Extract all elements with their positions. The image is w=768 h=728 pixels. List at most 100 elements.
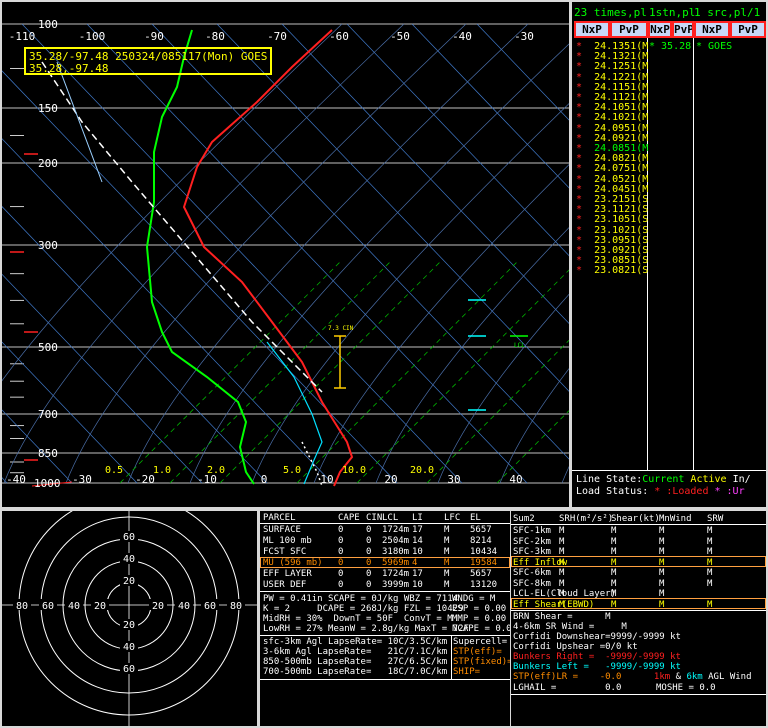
parcel-li: 17	[412, 525, 423, 535]
parcel-selected-box	[260, 557, 510, 568]
bunkers-left: Bunkers Left = -9999/-9999 kt	[513, 662, 681, 672]
station-prev-page-button[interactable]: PvP	[672, 21, 694, 38]
pressure-label: 100	[38, 18, 58, 31]
load-status-loaded: * :Loaded	[654, 486, 709, 497]
kinematic-row[interactable]: SFC-1km M M M M	[511, 526, 766, 536]
source-entry[interactable]: * GOES	[696, 42, 732, 52]
parcel-el: 5657	[470, 525, 492, 535]
parcel-row[interactable]: EFF LAYER 0 0 1724m 17 M 5657	[260, 569, 510, 580]
bottom-temp-label: 0	[261, 473, 268, 486]
time-list-panel[interactable]: 23 times,pl 1stn,pl 1 src,pl/1 NxP PvP N…	[572, 2, 766, 507]
pressure-label: 300	[38, 239, 58, 252]
top-temp-label: -50	[390, 30, 410, 43]
skewt-panel[interactable]: -110 -100 -90 -80 -70 -60 -50 -40 -30 -40 -30 -20 -1…	[2, 2, 569, 507]
corfidi-downshear: Corfidi Downshear=9999/-9999 kt	[513, 632, 681, 642]
parcel-el: 13120	[470, 580, 498, 590]
skewt-diagram[interactable]: -110 -100 -90 -80 -70 -60 -50 -40 -30-40 -30 -20 -1…	[2, 2, 569, 507]
parcel-panel[interactable]: PARCEL CAPE CIN LCL LI LFC EL SURFACE 0 0 1724m 17…	[260, 511, 510, 726]
stp-tail-amp: &	[675, 672, 682, 682]
kinematic-value: M	[559, 526, 565, 536]
lghail: LGHAIL = 0.0	[513, 683, 622, 693]
hodograph-ring-label: 20	[94, 601, 106, 612]
dewpoint-trace	[145, 29, 255, 485]
kinematic-header-1: SRH(m²/s²)	[559, 514, 614, 524]
storm-header-divider	[511, 524, 766, 525]
load-status-row: Load Status: * :Loaded * :Ur	[576, 487, 745, 497]
parcel-lfc: M	[444, 525, 450, 535]
kinematic-value: M	[659, 526, 665, 536]
sr-wind-4-6km: 4-6km SR Wind = M	[513, 622, 627, 632]
times-prev-page-button[interactable]: PvP	[610, 21, 648, 38]
source-prev-page-button[interactable]: PvP	[730, 21, 766, 38]
kinematic-row[interactable]: SFC-2km M M M M	[511, 537, 766, 547]
lapse-rate-row: sfc-3km Agl LapseRate= 10C/3.5C/km	[263, 637, 448, 647]
hodograph-diagram[interactable]: 80 60 40 20 20 40 60 80 60 40 20 20 40 60	[2, 511, 257, 726]
parcel-li: 17	[412, 569, 423, 579]
composite-row: STP(eff)=	[453, 647, 502, 657]
moshe: MOSHE = 0.0	[656, 683, 716, 693]
parcel-header-1: CAPE	[338, 513, 360, 523]
parcel-li: 10	[412, 580, 423, 590]
parcel-header-divider	[260, 523, 510, 524]
sounding-info-line2: 35.28,-97.48	[29, 62, 109, 75]
times-divider-2	[693, 38, 694, 470]
kinematic-value: M	[707, 568, 713, 578]
kinematic-layer: SFC-6km	[513, 568, 551, 578]
top-temp-label: -80	[205, 30, 225, 43]
parcel-row[interactable]: SURFACE 0 0 1724m 17 M 5657	[260, 525, 510, 536]
parcel-row[interactable]: ML 100 mb 0 0 2504m 14 M 8214	[260, 536, 510, 547]
parcel-row[interactable]: USER DEF 0 0 3999m 10 M 13120	[260, 580, 510, 591]
parcel-header-3: LCL	[382, 513, 399, 523]
source-next-page-button[interactable]: NxP	[694, 21, 730, 38]
hodograph-vert-label: 40	[123, 554, 135, 565]
index-row: PW = 0.41in SCAPE = 0J/kg WBZ = 7114	[263, 594, 459, 604]
parcel-cin: 0	[366, 536, 372, 546]
eff-inflow-box	[511, 556, 766, 567]
hodograph-vert-label: 40	[123, 642, 135, 653]
kinematic-value: M	[707, 536, 713, 547]
time-list[interactable]: * 24.1351(M * 24.1321(M * 24.1251(M * 24.12…	[576, 41, 648, 277]
kinematic-value: M	[659, 536, 665, 547]
parcel-cin: 0	[366, 569, 372, 579]
bottom-temp-label: 40	[509, 473, 522, 486]
eff-shear-box	[511, 598, 766, 609]
mixing-ratio-label: 10.0	[342, 465, 366, 476]
stp-tail-6km: 6km	[686, 672, 703, 682]
kinematic-row[interactable]: SFC-8km M M M M	[511, 579, 766, 589]
kinematic-row[interactable]: SFC-6km M M M M	[511, 568, 766, 578]
parcel-header-5: LFC	[444, 513, 461, 523]
lapse-rate-row: 3-6km Agl LapseRate= 21C/7.1C/km	[263, 647, 448, 657]
kinematic-value: M	[707, 526, 713, 536]
index-right: WNDG = M	[452, 594, 496, 604]
storm-divider	[511, 610, 766, 611]
kinematic-value: M	[611, 568, 617, 578]
hodograph-ring-label: 60	[42, 601, 54, 612]
station-entry[interactable]: * 35.28	[649, 42, 691, 52]
kinematic-panel[interactable]: Sum2 SRH(m²/s²) Shear(kt) MnWind SRW SFC-1km…	[511, 511, 766, 726]
line-state-current: Current	[642, 474, 685, 485]
mixing-ratio-line	[496, 410, 569, 484]
parcel-lcl: 3180m	[382, 547, 410, 557]
pressure-label: 200	[38, 157, 58, 170]
composite-row: STP(fixed)=	[453, 657, 510, 667]
line-state-row: Line State:Current Active In/	[576, 475, 751, 485]
mixing-ratio-label: 1.0	[153, 465, 171, 476]
composite-row: SHIP=	[453, 667, 481, 677]
time-list-item[interactable]: * 23.0821(S	[576, 266, 648, 276]
reference-line	[56, 61, 103, 183]
lcl-label: LCL	[514, 342, 525, 349]
hodograph-ring-label: 20	[152, 601, 164, 612]
kinematic-header-2: Shear(kt)	[611, 514, 660, 524]
parcel-el: 10434	[470, 547, 498, 557]
hodograph-panel[interactable]: 80 60 40 20 20 40 60 80 60 40 20 20 40 60	[2, 511, 257, 726]
parcel-lfc: M	[444, 536, 450, 546]
bottom-temp-label: 30	[447, 473, 460, 486]
brn-shear: BRN Shear = M	[513, 612, 611, 622]
times-next-page-button[interactable]: NxP	[574, 21, 610, 38]
parcel-el: 5657	[470, 569, 492, 579]
kinematic-layer: SFC-2km	[513, 536, 551, 547]
hodograph-vert-label: 60	[123, 532, 135, 543]
composite-divider	[451, 635, 452, 679]
kinematic-value: M	[559, 578, 565, 589]
station-next-page-button[interactable]: NxP	[648, 21, 672, 38]
